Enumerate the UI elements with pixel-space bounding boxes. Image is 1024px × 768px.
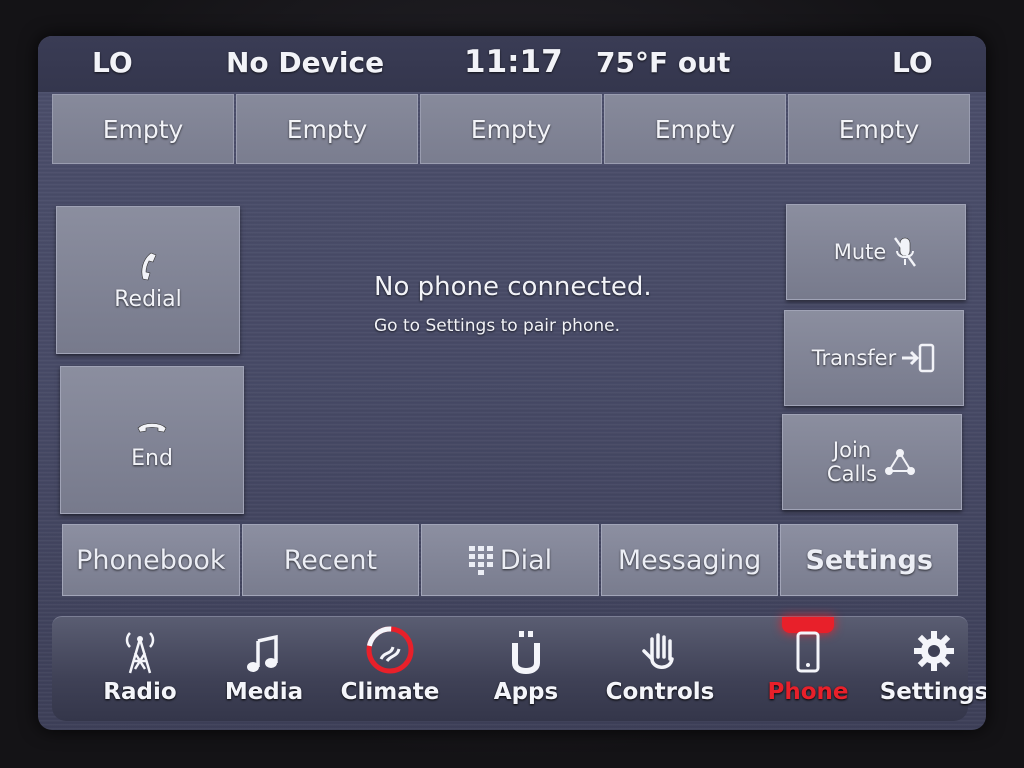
gear-icon (914, 631, 954, 671)
keypad-icon (468, 546, 493, 575)
favorite-slot-2[interactable]: Empty (236, 94, 418, 164)
join-calls-line-1: Join (832, 438, 872, 462)
message-area: No phone connected. Go to Settings to pa… (248, 186, 778, 516)
nav-phone-label: Phone (767, 679, 849, 705)
muted-microphone-icon (894, 237, 917, 267)
favorite-slot-4[interactable]: Empty (604, 94, 786, 164)
transfer-to-phone-icon (902, 343, 935, 373)
left-temp-setting[interactable]: LO (92, 46, 133, 79)
phone-handset-icon (141, 252, 157, 280)
nav-controls[interactable]: Controls (600, 617, 720, 721)
phone-tabs: Phonebook Recent Dial Messaging Settings (62, 524, 958, 596)
transfer-label: Transfer (811, 346, 897, 370)
device-status: No Device (226, 46, 385, 79)
tab-phonebook[interactable]: Phonebook (62, 524, 240, 596)
nav-radio[interactable]: Radio (80, 617, 200, 721)
end-label: End (131, 445, 173, 471)
end-call-button[interactable]: End (60, 366, 244, 514)
right-temp-setting[interactable]: LO (892, 46, 933, 79)
no-phone-message: No phone connected. (374, 272, 652, 302)
nav-media[interactable]: Media (204, 617, 324, 721)
nav-apps[interactable]: Apps (466, 617, 586, 721)
tab-recent[interactable]: Recent (241, 524, 420, 596)
nav-apps-label: Apps (493, 679, 559, 705)
favorites-bar: Empty Empty Empty Empty Empty (52, 94, 970, 164)
outside-temperature: 75°F out (596, 46, 731, 79)
favorite-slot-1[interactable]: Empty (52, 94, 234, 164)
tab-dial[interactable]: Dial (421, 524, 599, 596)
hand-controls-icon (642, 633, 674, 669)
apps-icon (512, 631, 540, 675)
join-calls-icon (885, 449, 916, 475)
smartphone-icon (796, 631, 820, 673)
infotainment-screen: LO No Device 11:17 75°F out LO Empty Emp… (38, 36, 986, 730)
join-calls-line-2: Calls (826, 462, 878, 486)
transfer-button[interactable]: Transfer (784, 310, 964, 406)
nav-climate[interactable]: Climate (330, 617, 450, 721)
main-nav-bar: Radio Media Climate Apps Controls Phone … (52, 616, 986, 721)
nav-settings-label: Settings (879, 679, 986, 705)
status-bar: LO No Device 11:17 75°F out LO (38, 36, 986, 92)
tab-phone-settings[interactable]: Settings (780, 524, 958, 596)
radio-tower-icon (125, 632, 155, 674)
redial-label: Redial (114, 286, 182, 312)
hang-up-icon (137, 422, 167, 432)
tab-dial-label: Dial (499, 544, 553, 576)
nav-climate-label: Climate (340, 679, 440, 705)
mute-button[interactable]: Mute (786, 204, 966, 300)
nav-media-label: Media (224, 679, 304, 705)
pair-instruction: Go to Settings to pair phone. (374, 316, 620, 336)
favorite-slot-3[interactable]: Empty (420, 94, 602, 164)
mute-label: Mute (833, 240, 887, 264)
climate-fan-icon (366, 626, 414, 674)
favorite-slot-5[interactable]: Empty (788, 94, 970, 164)
tab-messaging[interactable]: Messaging (600, 524, 779, 596)
redial-button[interactable]: Redial (56, 206, 240, 354)
clock: 11:17 (464, 44, 563, 80)
music-note-icon (247, 634, 278, 672)
join-calls-label: Join Calls (827, 438, 877, 486)
nav-radio-label: Radio (103, 679, 177, 705)
join-calls-button[interactable]: Join Calls (782, 414, 962, 510)
nav-phone[interactable]: Phone (748, 617, 868, 721)
nav-controls-label: Controls (605, 679, 715, 705)
nav-settings[interactable]: Settings (874, 617, 986, 721)
